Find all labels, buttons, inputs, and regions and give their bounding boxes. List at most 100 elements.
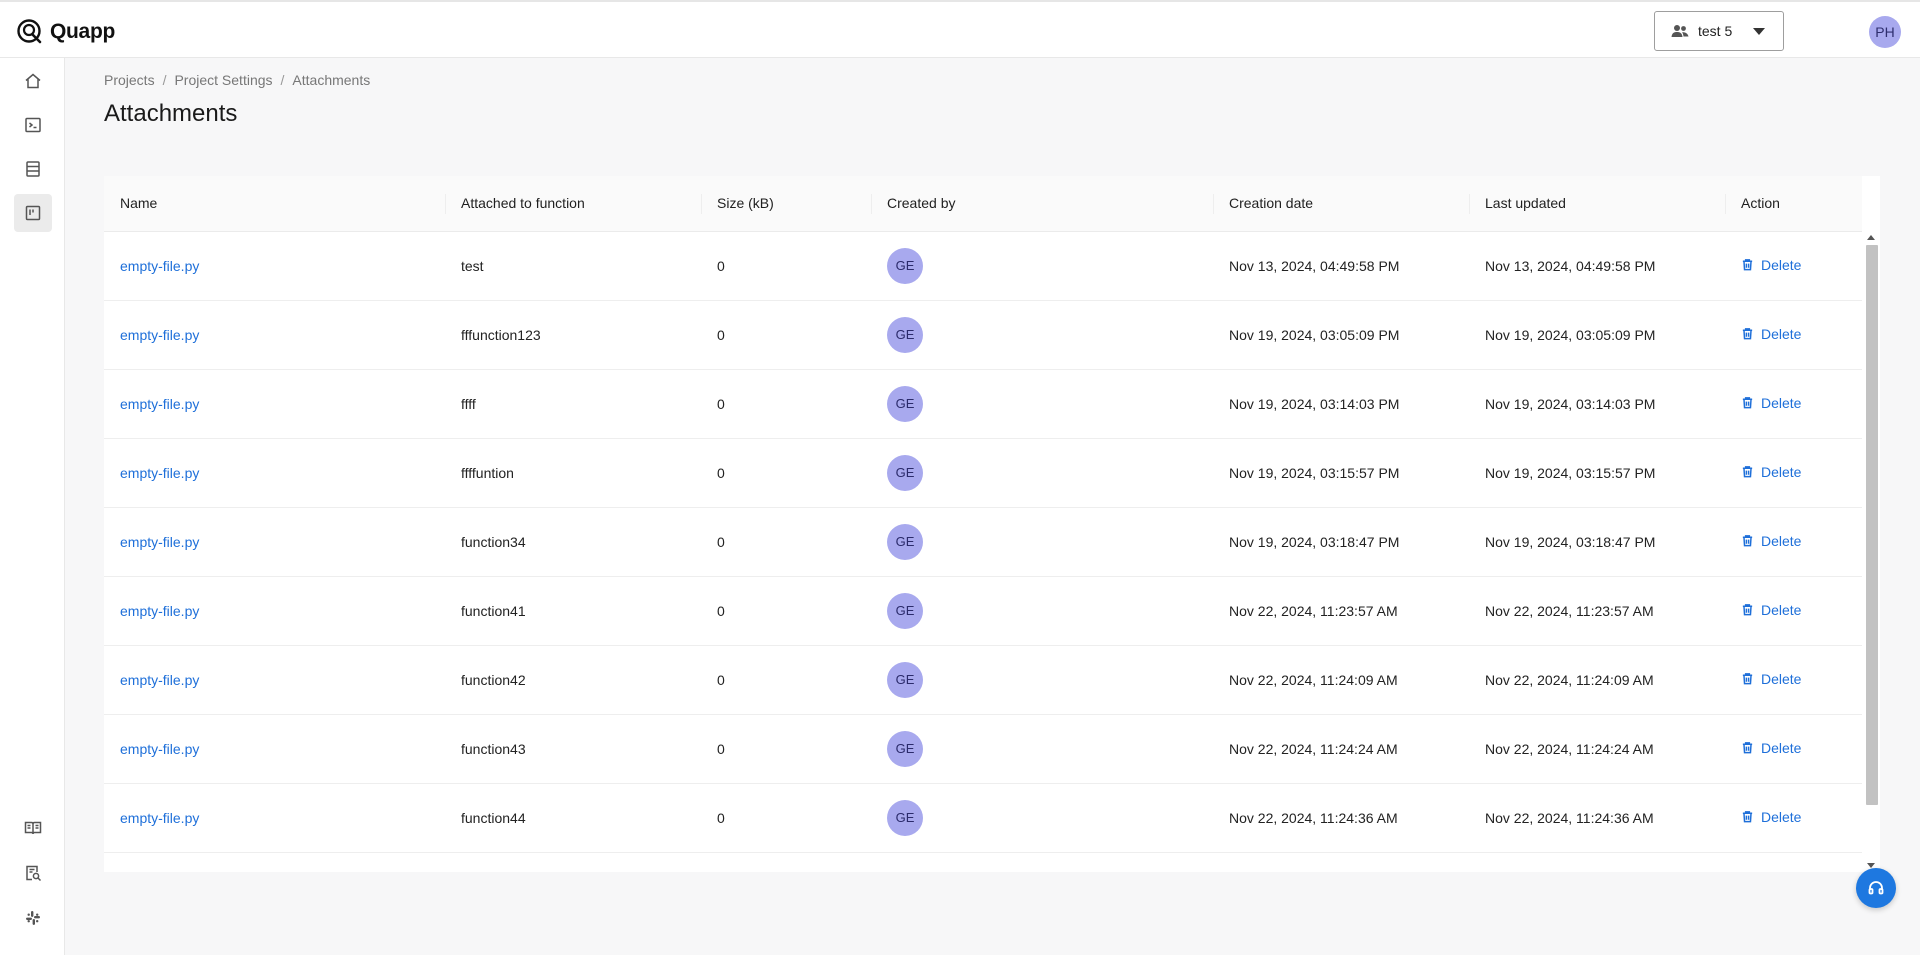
cell-name: empty-file.py [104, 714, 445, 784]
user-avatar[interactable]: PH [1869, 16, 1901, 48]
sidebar-item-search-docs[interactable] [14, 854, 52, 892]
terminal-icon [25, 117, 41, 133]
column-header-size[interactable]: Size (kB) [701, 176, 871, 232]
cell-name: empty-file.py [104, 231, 445, 301]
attachment-file-link[interactable]: empty-file.py [120, 327, 199, 343]
sidebar-item-home[interactable] [14, 62, 52, 100]
cell-size: 0 [701, 783, 871, 853]
attachment-file-link[interactable]: empty-file.py [120, 465, 199, 481]
table-header-row: Name Attached to function Size (kB) Crea… [104, 176, 1862, 232]
cell-last-updated: Nov 13, 2024, 04:49:58 PM [1469, 231, 1725, 301]
attachment-file-link[interactable]: empty-file.py [120, 672, 199, 688]
cell-created-by: GE [871, 438, 1213, 508]
attachment-file-link[interactable]: empty-file.py [120, 741, 199, 757]
attachment-file-link[interactable]: empty-file.py [120, 810, 199, 826]
cell-function: ffff [445, 369, 701, 439]
column-header-function[interactable]: Attached to function [445, 176, 701, 232]
delete-button[interactable]: Delete [1741, 464, 1801, 480]
sidebar-item-servers[interactable] [14, 150, 52, 188]
table-row: empty-file.py function42 0 GE Nov 22, 2024, … [104, 645, 1862, 715]
cell-name: empty-file.py [104, 645, 445, 715]
delete-button[interactable]: Delete [1741, 602, 1801, 618]
creator-avatar: GE [887, 592, 923, 629]
help-support-button[interactable] [1856, 868, 1896, 908]
trash-icon [1742, 811, 1753, 823]
workspace-selector[interactable]: test 5 [1654, 11, 1784, 51]
table-body: empty-file.py test 0 GE Nov 13, 2024, 04:49:… [104, 231, 1862, 853]
scrollbar-thumb[interactable] [1866, 245, 1878, 805]
cell-action: Delete [1725, 576, 1862, 646]
table-row: empty-file.py function34 0 GE Nov 19, 2024, … [104, 507, 1862, 577]
delete-button[interactable]: Delete [1741, 740, 1801, 756]
delete-button[interactable]: Delete [1741, 671, 1801, 687]
cell-creation-date: Nov 19, 2024, 03:14:03 PM [1213, 369, 1469, 439]
cell-created-by: GE [871, 507, 1213, 577]
table-row: empty-file.py function41 0 GE Nov 22, 2024, … [104, 576, 1862, 646]
table-scrollbar[interactable] [1862, 231, 1880, 872]
app-name: Quapp [50, 20, 115, 43]
sidebar-item-slack[interactable] [14, 899, 52, 937]
creator-avatar: GE [887, 454, 923, 491]
cell-action: Delete [1725, 783, 1862, 853]
creator-avatar: GE [887, 799, 923, 836]
cell-size: 0 [701, 576, 871, 646]
trash-icon [1742, 466, 1753, 478]
app-logo[interactable]: Quapp [16, 18, 115, 46]
cell-creation-date: Nov 22, 2024, 11:24:09 AM [1213, 645, 1469, 715]
cell-last-updated: Nov 19, 2024, 03:14:03 PM [1469, 369, 1725, 439]
table-row: empty-file.py ffff 0 GE Nov 19, 2024, 03:14:… [104, 369, 1862, 439]
cell-function: ffffuntion [445, 438, 701, 508]
cell-created-by: GE [871, 231, 1213, 301]
breadcrumb-project-settings[interactable]: Project Settings [174, 72, 272, 88]
column-header-name[interactable]: Name [104, 176, 445, 232]
sidebar-item-docs[interactable] [14, 809, 52, 847]
cell-created-by: GE [871, 300, 1213, 370]
headset-icon [1868, 881, 1884, 895]
delete-button[interactable]: Delete [1741, 395, 1801, 411]
board-icon [25, 205, 41, 221]
sidebar-item-functions[interactable] [14, 106, 52, 144]
delete-label: Delete [1761, 325, 1802, 342]
delete-button[interactable]: Delete [1741, 533, 1801, 549]
cell-action: Delete [1725, 300, 1862, 370]
attachment-file-link[interactable]: empty-file.py [120, 258, 199, 274]
column-header-last-updated[interactable]: Last updated [1469, 176, 1725, 232]
cell-size: 0 [701, 645, 871, 715]
breadcrumb-separator: / [280, 72, 285, 88]
delete-label: Delete [1761, 394, 1802, 411]
cell-size: 0 [701, 300, 871, 370]
delete-button[interactable]: Delete [1741, 257, 1801, 273]
cell-function: test [445, 231, 701, 301]
cell-action: Delete [1725, 645, 1862, 715]
cell-size: 0 [701, 369, 871, 439]
trash-icon [1742, 535, 1753, 547]
cell-action: Delete [1725, 369, 1862, 439]
cell-last-updated: Nov 22, 2024, 11:24:09 AM [1469, 645, 1725, 715]
trash-icon [1742, 742, 1753, 754]
attachment-file-link[interactable]: empty-file.py [120, 534, 199, 550]
delete-label: Delete [1761, 808, 1802, 825]
cell-size: 0 [701, 507, 871, 577]
attachment-file-link[interactable]: empty-file.py [120, 603, 199, 619]
cell-function: function41 [445, 576, 701, 646]
cell-creation-date: Nov 22, 2024, 11:24:36 AM [1213, 783, 1469, 853]
column-header-creation-date[interactable]: Creation date [1213, 176, 1469, 232]
attachment-file-link[interactable]: empty-file.py [120, 396, 199, 412]
trash-icon [1742, 259, 1753, 271]
delete-button[interactable]: Delete [1741, 326, 1801, 342]
delete-button[interactable]: Delete [1741, 809, 1801, 825]
cell-created-by: GE [871, 783, 1213, 853]
delete-label: Delete [1761, 256, 1802, 273]
creator-avatar: GE [887, 316, 923, 353]
scroll-up-arrow-icon[interactable] [1867, 235, 1875, 240]
home-icon [25, 73, 41, 89]
cell-name: empty-file.py [104, 369, 445, 439]
trash-icon [1742, 397, 1753, 409]
breadcrumb-projects[interactable]: Projects [104, 72, 155, 88]
creator-avatar: GE [887, 385, 923, 422]
cell-creation-date: Nov 22, 2024, 11:24:24 AM [1213, 714, 1469, 784]
caret-down-icon [1753, 28, 1765, 35]
cell-size: 0 [701, 714, 871, 784]
column-header-created-by[interactable]: Created by [871, 176, 1213, 232]
sidebar-item-board[interactable] [14, 194, 52, 232]
